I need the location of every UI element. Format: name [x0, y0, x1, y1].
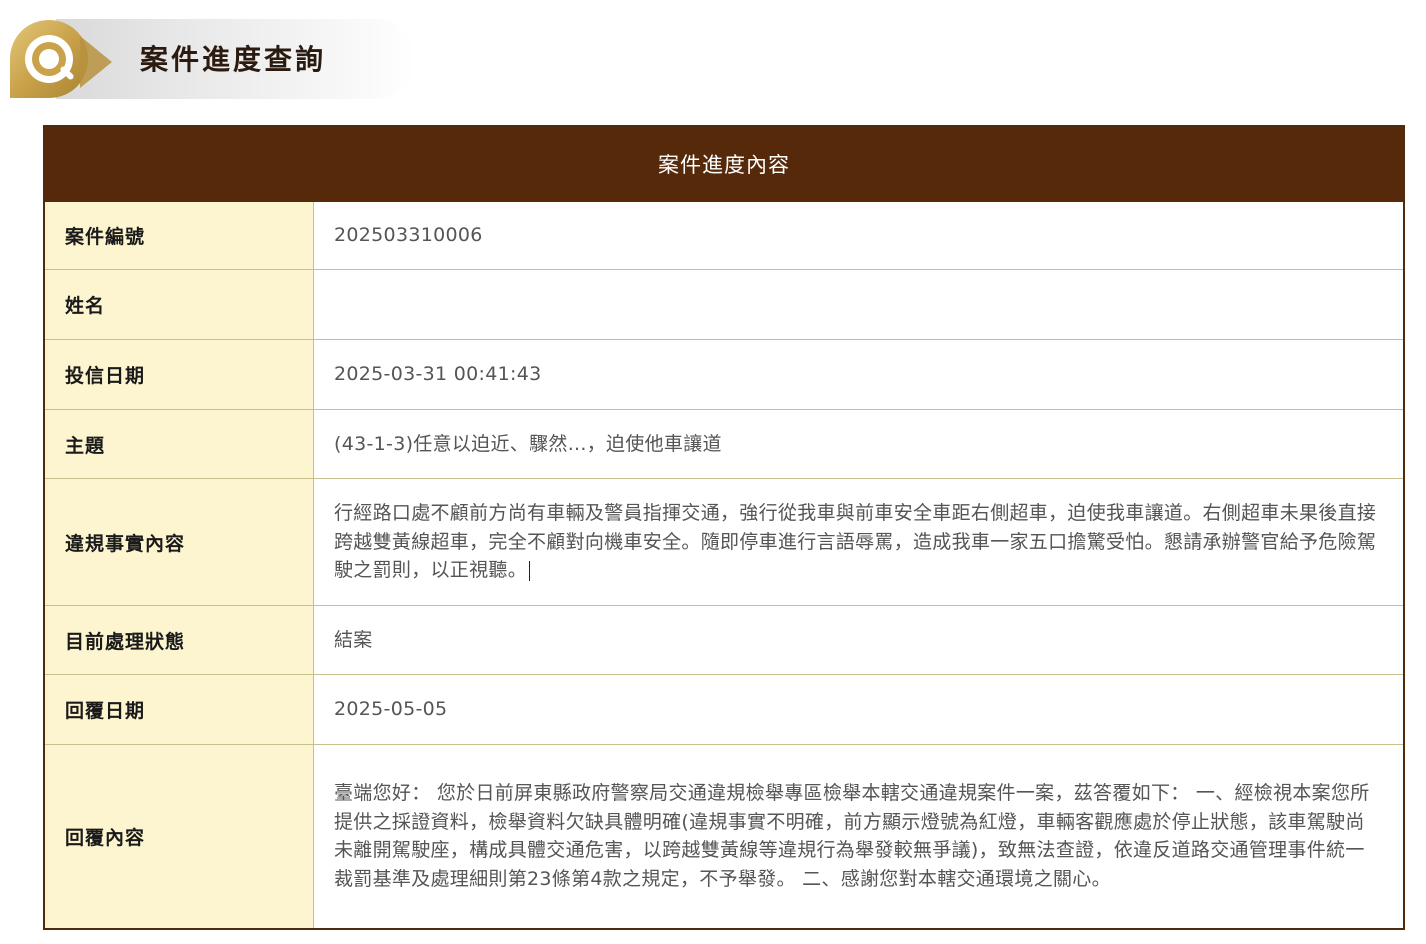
row-reply-date: 回覆日期 2025-05-05 — [43, 674, 1405, 745]
reply-date-value: 2025-05-05 — [313, 674, 1405, 745]
row-violation-details: 違規事實內容 行經路口處不顧前方尚有車輛及警員指揮交通，強行從我車與前車安全車距… — [43, 478, 1405, 606]
row-status: 目前處理狀態 結案 — [43, 605, 1405, 675]
violation-details-value: 行經路口處不顧前方尚有車輛及警員指揮交通，強行從我車與前車安全車距右側超車，迫使… — [334, 502, 1377, 582]
row-case-number: 案件編號 202503310006 — [43, 201, 1405, 270]
page-header: 案件進度查詢 — [0, 0, 1426, 110]
row-reply-content: 回覆內容 臺端您好： 您於日前屏東縣政府警察局交通違規檢舉專區檢舉本轄交通違規案… — [43, 744, 1405, 929]
status-label: 目前處理狀態 — [43, 605, 314, 675]
page-title: 案件進度查詢 — [140, 43, 327, 76]
case-number-value: 202503310006 — [313, 201, 1405, 270]
name-label: 姓名 — [43, 269, 314, 340]
search-magnifier-icon — [10, 20, 112, 98]
row-subject: 主題 (43-1-3)任意以迫近、驟然...，迫使他車讓道 — [43, 409, 1405, 479]
row-name: 姓名 — [43, 269, 1405, 340]
row-submit-date: 投信日期 2025-03-31 00:41:43 — [43, 339, 1405, 410]
subject-label: 主題 — [43, 409, 314, 479]
submit-date-label: 投信日期 — [43, 339, 314, 410]
status-value: 結案 — [313, 605, 1405, 675]
reply-content-value: 臺端您好： 您於日前屏東縣政府警察局交通違規檢舉專區檢舉本轄交通違規案件一案，茲… — [313, 744, 1405, 929]
reply-content-label: 回覆內容 — [43, 744, 314, 929]
reply-date-label: 回覆日期 — [43, 674, 314, 745]
violation-details-cell: 行經路口處不顧前方尚有車輛及警員指揮交通，強行從我車與前車安全車距右側超車，迫使… — [313, 478, 1405, 606]
table-title: 案件進度內容 — [43, 125, 1405, 202]
subject-value: (43-1-3)任意以迫近、驟然...，迫使他車讓道 — [313, 409, 1405, 479]
text-cursor — [529, 560, 531, 581]
case-number-label: 案件編號 — [43, 201, 314, 270]
submit-date-value: 2025-03-31 00:41:43 — [313, 339, 1405, 410]
violation-details-label: 違規事實內容 — [43, 478, 314, 606]
name-value — [313, 269, 1405, 340]
case-progress-table: 案件進度內容 案件編號 202503310006 姓名 投信日期 2025-03… — [43, 125, 1405, 930]
